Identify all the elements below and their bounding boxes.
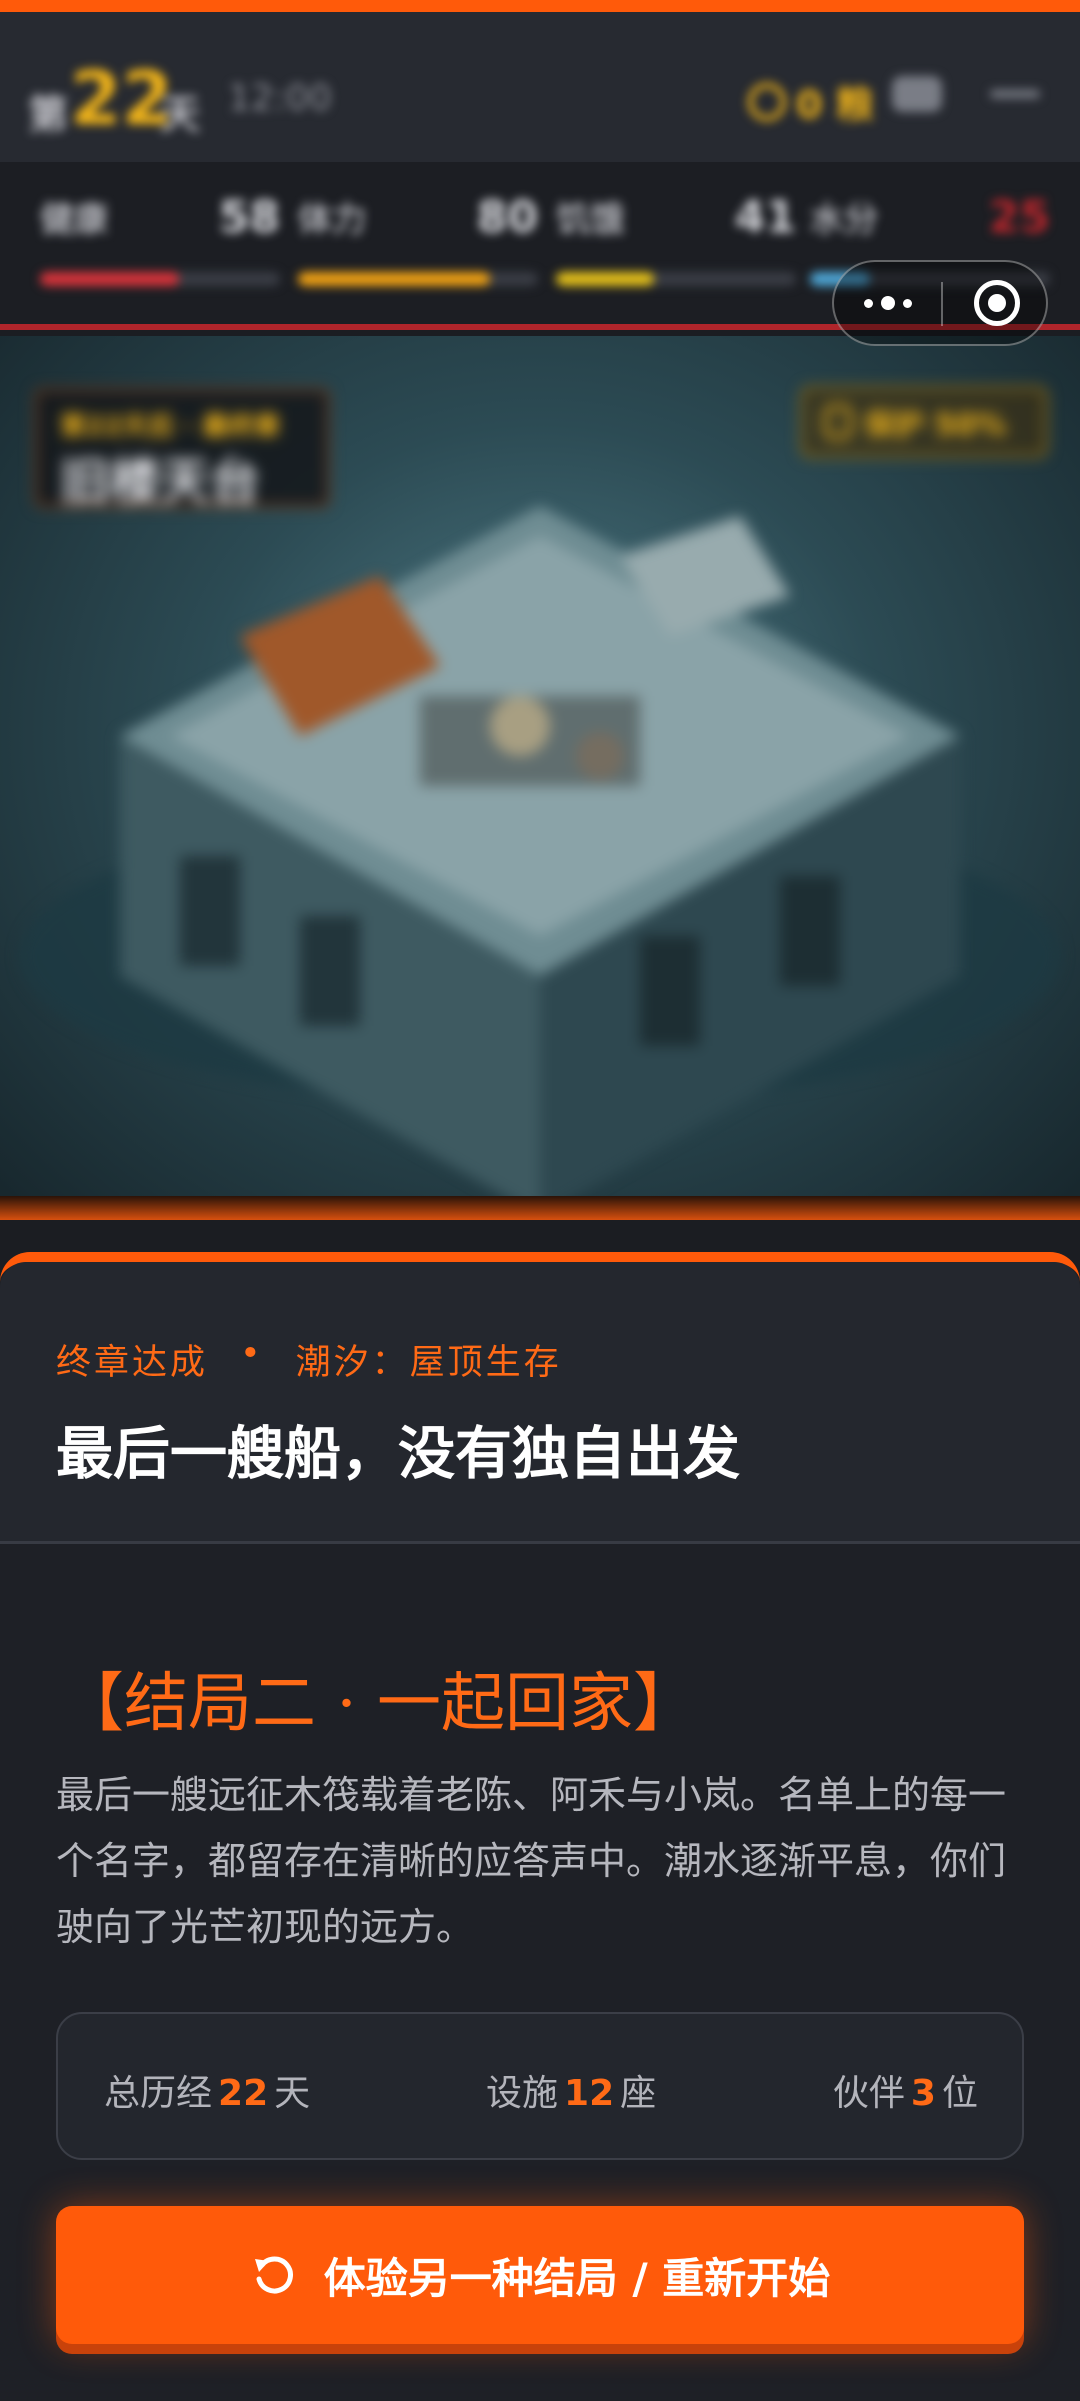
sound-icon[interactable] (892, 76, 942, 112)
scene-bottom-glow (0, 1196, 1080, 1220)
capsule-close-icon[interactable] (974, 280, 1020, 326)
coin-icon (748, 82, 786, 121)
stat-label: 饥饿 (556, 200, 624, 240)
summary-facilities: 设施 12 座 (486, 2064, 656, 2116)
mini-program-capsule (832, 260, 1048, 346)
ending-card: 终章达成 • 潮汐：屋顶生存 最后一艘船，没有独自出发 【结局二 · 一起回家】… (0, 1252, 1080, 2401)
summary-days: 总历经 22 天 (104, 2064, 310, 2116)
summary-days-value: 22 (218, 2073, 269, 2114)
capsule-divider (941, 282, 943, 326)
scene-blurred-content: 第22天后 · 最终章 旧楼天台 保护 50% (0, 336, 1080, 1216)
progress-badge: 保护 50% (800, 386, 1048, 458)
summary-facilities-label: 设施 (486, 2073, 559, 2114)
game-screen: 第 22 天 12:00 0 粮 健康 58 体力 80 饥饿 41 水分 25… (0, 0, 1080, 2401)
ending-card-header: 终章达成 • 潮汐：屋顶生存 最后一艘船，没有独自出发 (0, 1262, 1080, 1544)
food-counter: 0 粮 (748, 74, 874, 129)
chapter-line: 终章达成 • 潮汐：屋顶生存 (56, 1334, 562, 1385)
stat-fill (298, 272, 490, 286)
stat-value: 58 (218, 192, 280, 243)
stat-track (40, 272, 280, 286)
ending-headline: 最后一艘船，没有独自出发 (56, 1421, 740, 1487)
day-counter: 22 (70, 56, 173, 142)
stat-label: 体力 (298, 200, 366, 240)
stat-value: 41 (734, 192, 796, 243)
top-status-bar: 第 22 天 12:00 0 粮 (0, 0, 1080, 162)
summary-facilities-value: 12 (564, 2073, 615, 2114)
location-subtitle: 第22天后 · 最终章 (60, 412, 281, 442)
more-dots-icon[interactable] (834, 262, 941, 344)
stat-track (298, 272, 538, 286)
scene-illustration: 第22天后 · 最终章 旧楼天台 保护 50% (0, 336, 1080, 1216)
summary-days-unit: 天 (274, 2073, 311, 2114)
separator-dot: • (240, 1334, 264, 1374)
location-panel: 第22天后 · 最终章 旧楼天台 (34, 388, 330, 511)
stat-value: 25 (988, 192, 1050, 243)
summary-days-label: 总历经 (104, 2073, 213, 2114)
shield-icon (824, 405, 852, 439)
chapter-status: 终章达成 (56, 1343, 209, 1383)
stat-value: 80 (476, 192, 538, 243)
day-prefix: 第 (28, 92, 68, 138)
progress-text: 保护 50% (864, 408, 1007, 443)
game-mode: 潮汐：屋顶生存 (295, 1343, 562, 1383)
food-amount: 0 粮 (796, 83, 874, 127)
restart-icon (254, 2256, 293, 2294)
stat-label: 水分 (810, 200, 878, 240)
summary-partners-value: 3 (910, 2073, 936, 2114)
menu-icon[interactable] (990, 90, 1040, 98)
stat-fill (556, 272, 655, 286)
summary-partners: 伙伴 3 位 (833, 2064, 978, 2116)
stat-label: 健康 (40, 200, 108, 240)
ending-title: 【结局二 · 一起回家】 (60, 1667, 698, 1741)
restart-label: 体验另一种结局 / 重新开始 (323, 2253, 831, 2303)
time-readout: 12:00 (228, 78, 332, 119)
summary-facilities-unit: 座 (620, 2073, 657, 2114)
run-summary: 总历经 22 天 设施 12 座 伙伴 3 位 (56, 2012, 1024, 2160)
location-title: 旧楼天台 (60, 453, 260, 511)
stat-track (556, 272, 796, 286)
stat-fill (40, 272, 180, 286)
day-suffix: 天 (160, 92, 200, 138)
ending-description: 最后一艘远征木筏载着老陈、阿禾与小岚。名单上的每一个名字，都留存在清晰的应答声中… (56, 1773, 1007, 1949)
restart-button[interactable]: 体验另一种结局 / 重新开始 (56, 2206, 1024, 2344)
summary-partners-label: 伙伴 (832, 2073, 905, 2114)
summary-partners-unit: 位 (941, 2073, 978, 2114)
